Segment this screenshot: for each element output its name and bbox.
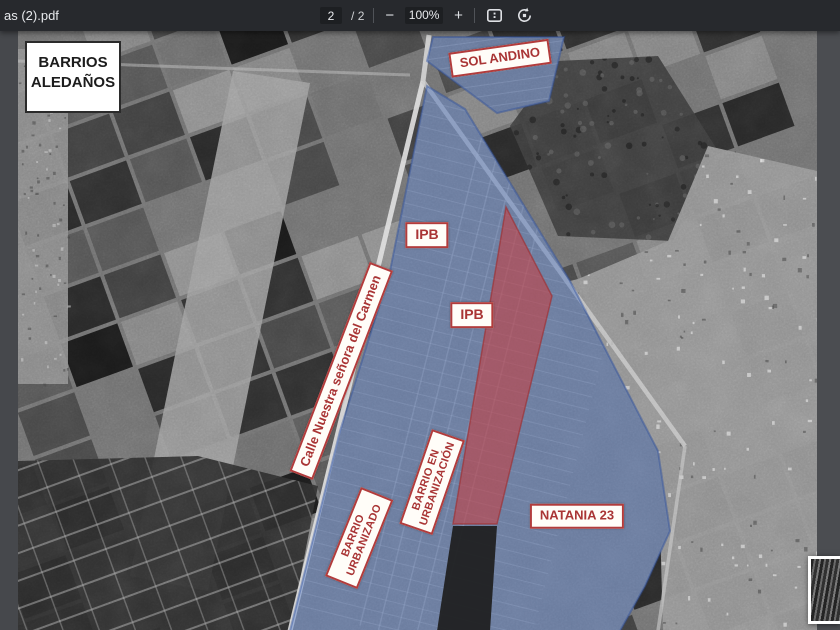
pdf-page-aerial-map: BARRIOS ALEDAÑOS SOL ANDINO IPB IPB Call…	[18, 31, 817, 630]
page-total: 2	[358, 9, 365, 23]
zoom-level[interactable]: 100%	[405, 7, 443, 24]
rotate-ccw-icon	[516, 7, 533, 24]
page-thumbnail-overlay[interactable]	[808, 556, 840, 624]
toolbar-divider	[474, 8, 475, 23]
label-ipb-south: IPB	[450, 302, 493, 328]
aerial-photo	[18, 31, 817, 630]
page-separator: /	[351, 9, 354, 23]
label-ipb-north: IPB	[405, 222, 448, 248]
page-number-input[interactable]	[320, 7, 342, 24]
pdf-toolbar: as (2).pdf / 2 − 100% +	[0, 0, 840, 31]
viewer-scroll-area[interactable]	[817, 31, 840, 630]
fit-page-button[interactable]	[484, 7, 505, 24]
label-natania-23: NATANIA 23	[530, 504, 624, 529]
viewer-background-left	[0, 31, 18, 630]
document-filename: as (2).pdf	[4, 8, 59, 23]
legend-barrios-aledanos: BARRIOS ALEDAÑOS	[25, 41, 121, 113]
zoom-in-button[interactable]: +	[452, 8, 465, 23]
zoom-out-button[interactable]: −	[383, 8, 396, 23]
page-count-label: / 2	[351, 9, 364, 23]
toolbar-controls: / 2 − 100% +	[320, 0, 535, 31]
toolbar-divider	[373, 8, 374, 23]
fit-page-icon	[486, 7, 503, 24]
rotate-button[interactable]	[514, 7, 535, 24]
